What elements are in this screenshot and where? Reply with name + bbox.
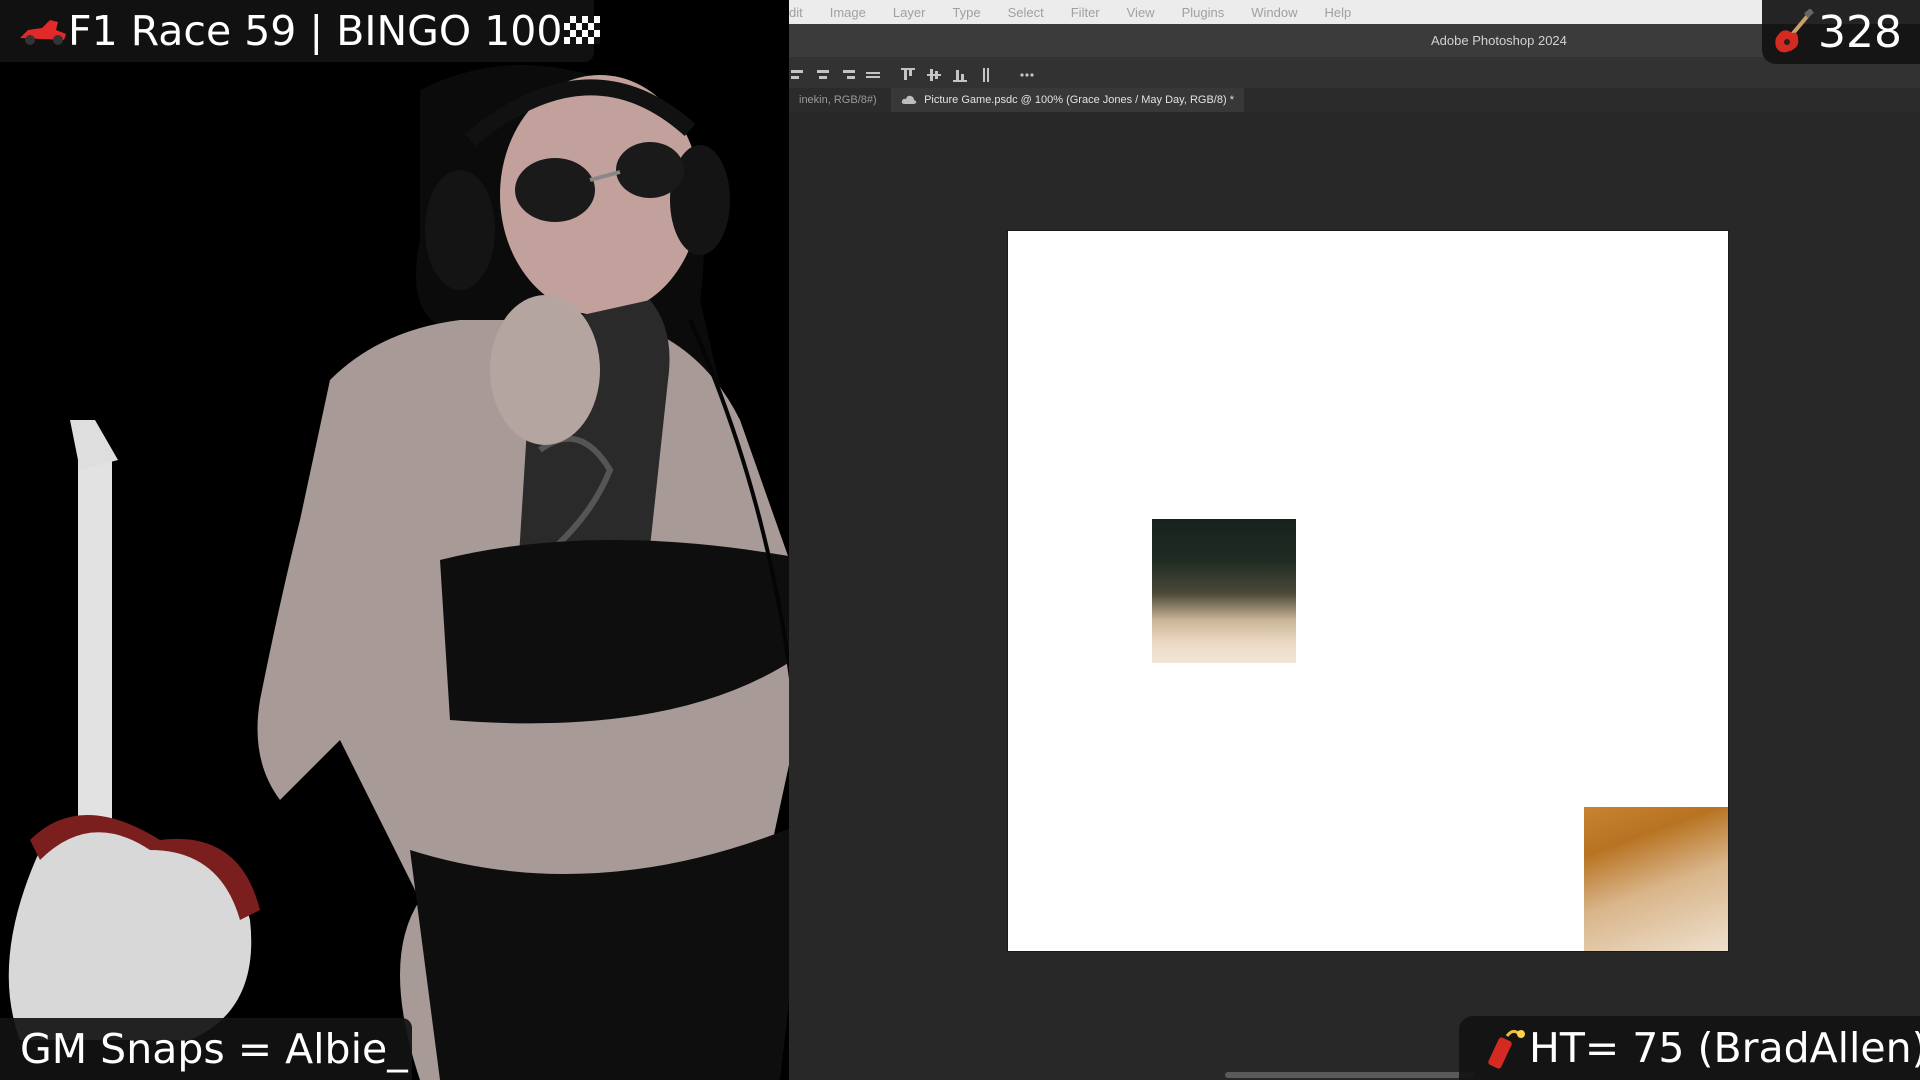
menu-filter[interactable]: Filter	[1071, 5, 1100, 20]
high-score-text: HT= 75 (BradAllen)	[1529, 1024, 1920, 1072]
guitar-counter-overlay: 328	[1762, 0, 1920, 64]
guitar-icon	[1775, 9, 1814, 53]
menu-edit[interactable]: dit	[789, 5, 803, 20]
guitar-counter-value: 328	[1818, 6, 1902, 58]
align-top-icon[interactable]	[901, 68, 915, 82]
more-options-icon[interactable]	[1020, 68, 1034, 82]
horizontal-scrollbar[interactable]	[1225, 1072, 1475, 1078]
menu-select[interactable]: Select	[1008, 5, 1044, 20]
menu-type[interactable]: Type	[952, 5, 980, 20]
webcam-feed	[0, 0, 880, 1080]
checkered-flag-icon	[564, 16, 601, 44]
align-middle-icon[interactable]	[927, 68, 941, 82]
menu-bar: dit Image Layer Type Select Filter View …	[789, 0, 1920, 24]
distribute-vertical-icon[interactable]	[979, 68, 993, 82]
menu-image[interactable]: Image	[830, 5, 866, 20]
menu-plugins[interactable]: Plugins	[1182, 5, 1225, 20]
canvas-workspace	[789, 112, 1920, 1080]
app-title-bar: Adobe Photoshop 2024	[789, 24, 1920, 57]
revealed-picture-tile	[1152, 519, 1296, 663]
menu-window[interactable]: Window	[1251, 5, 1297, 20]
align-bottom-icon[interactable]	[953, 68, 967, 82]
align-left-icon[interactable]	[791, 68, 805, 82]
tab-picture-game[interactable]: Picture Game.psdc @ 100% (Grace Jones / …	[891, 88, 1244, 112]
gm-snaps-overlay: GM Snaps = Albie_	[0, 1018, 412, 1080]
document-tab-bar: inekin, RGB/8#) Picture Game.psdc @ 100%…	[789, 88, 1920, 112]
revealed-picture-tile	[1584, 807, 1728, 951]
menu-view[interactable]: View	[1127, 5, 1155, 20]
firecracker-icon	[1488, 1029, 1525, 1069]
tab-label: inekin, RGB/8#)	[799, 94, 877, 106]
menu-help[interactable]: Help	[1324, 5, 1351, 20]
cloud-icon	[901, 95, 917, 105]
menu-layer[interactable]: Layer	[893, 5, 926, 20]
distribute-icon[interactable]	[866, 68, 880, 82]
photoshop-window: dit Image Layer Type Select Filter View …	[789, 0, 1920, 1080]
race-car-icon	[20, 20, 66, 45]
app-title: Adobe Photoshop 2024	[1431, 33, 1567, 48]
document-canvas[interactable]	[1007, 230, 1729, 952]
high-score-overlay: HT= 75 (BradAllen)	[1459, 1016, 1920, 1080]
align-right-icon[interactable]	[841, 68, 855, 82]
tab-previous-document[interactable]: inekin, RGB/8#)	[789, 88, 887, 112]
align-center-icon[interactable]	[816, 68, 830, 82]
streamer-video-image	[8, 65, 872, 1080]
race-bingo-text: F1 Race 59 | BINGO 100	[68, 7, 563, 55]
race-bingo-overlay: F1 Race 59 | BINGO 100	[0, 0, 601, 62]
gm-snaps-text: GM Snaps = Albie_	[20, 1025, 408, 1073]
tab-label: Picture Game.psdc @ 100% (Grace Jones / …	[924, 94, 1234, 106]
